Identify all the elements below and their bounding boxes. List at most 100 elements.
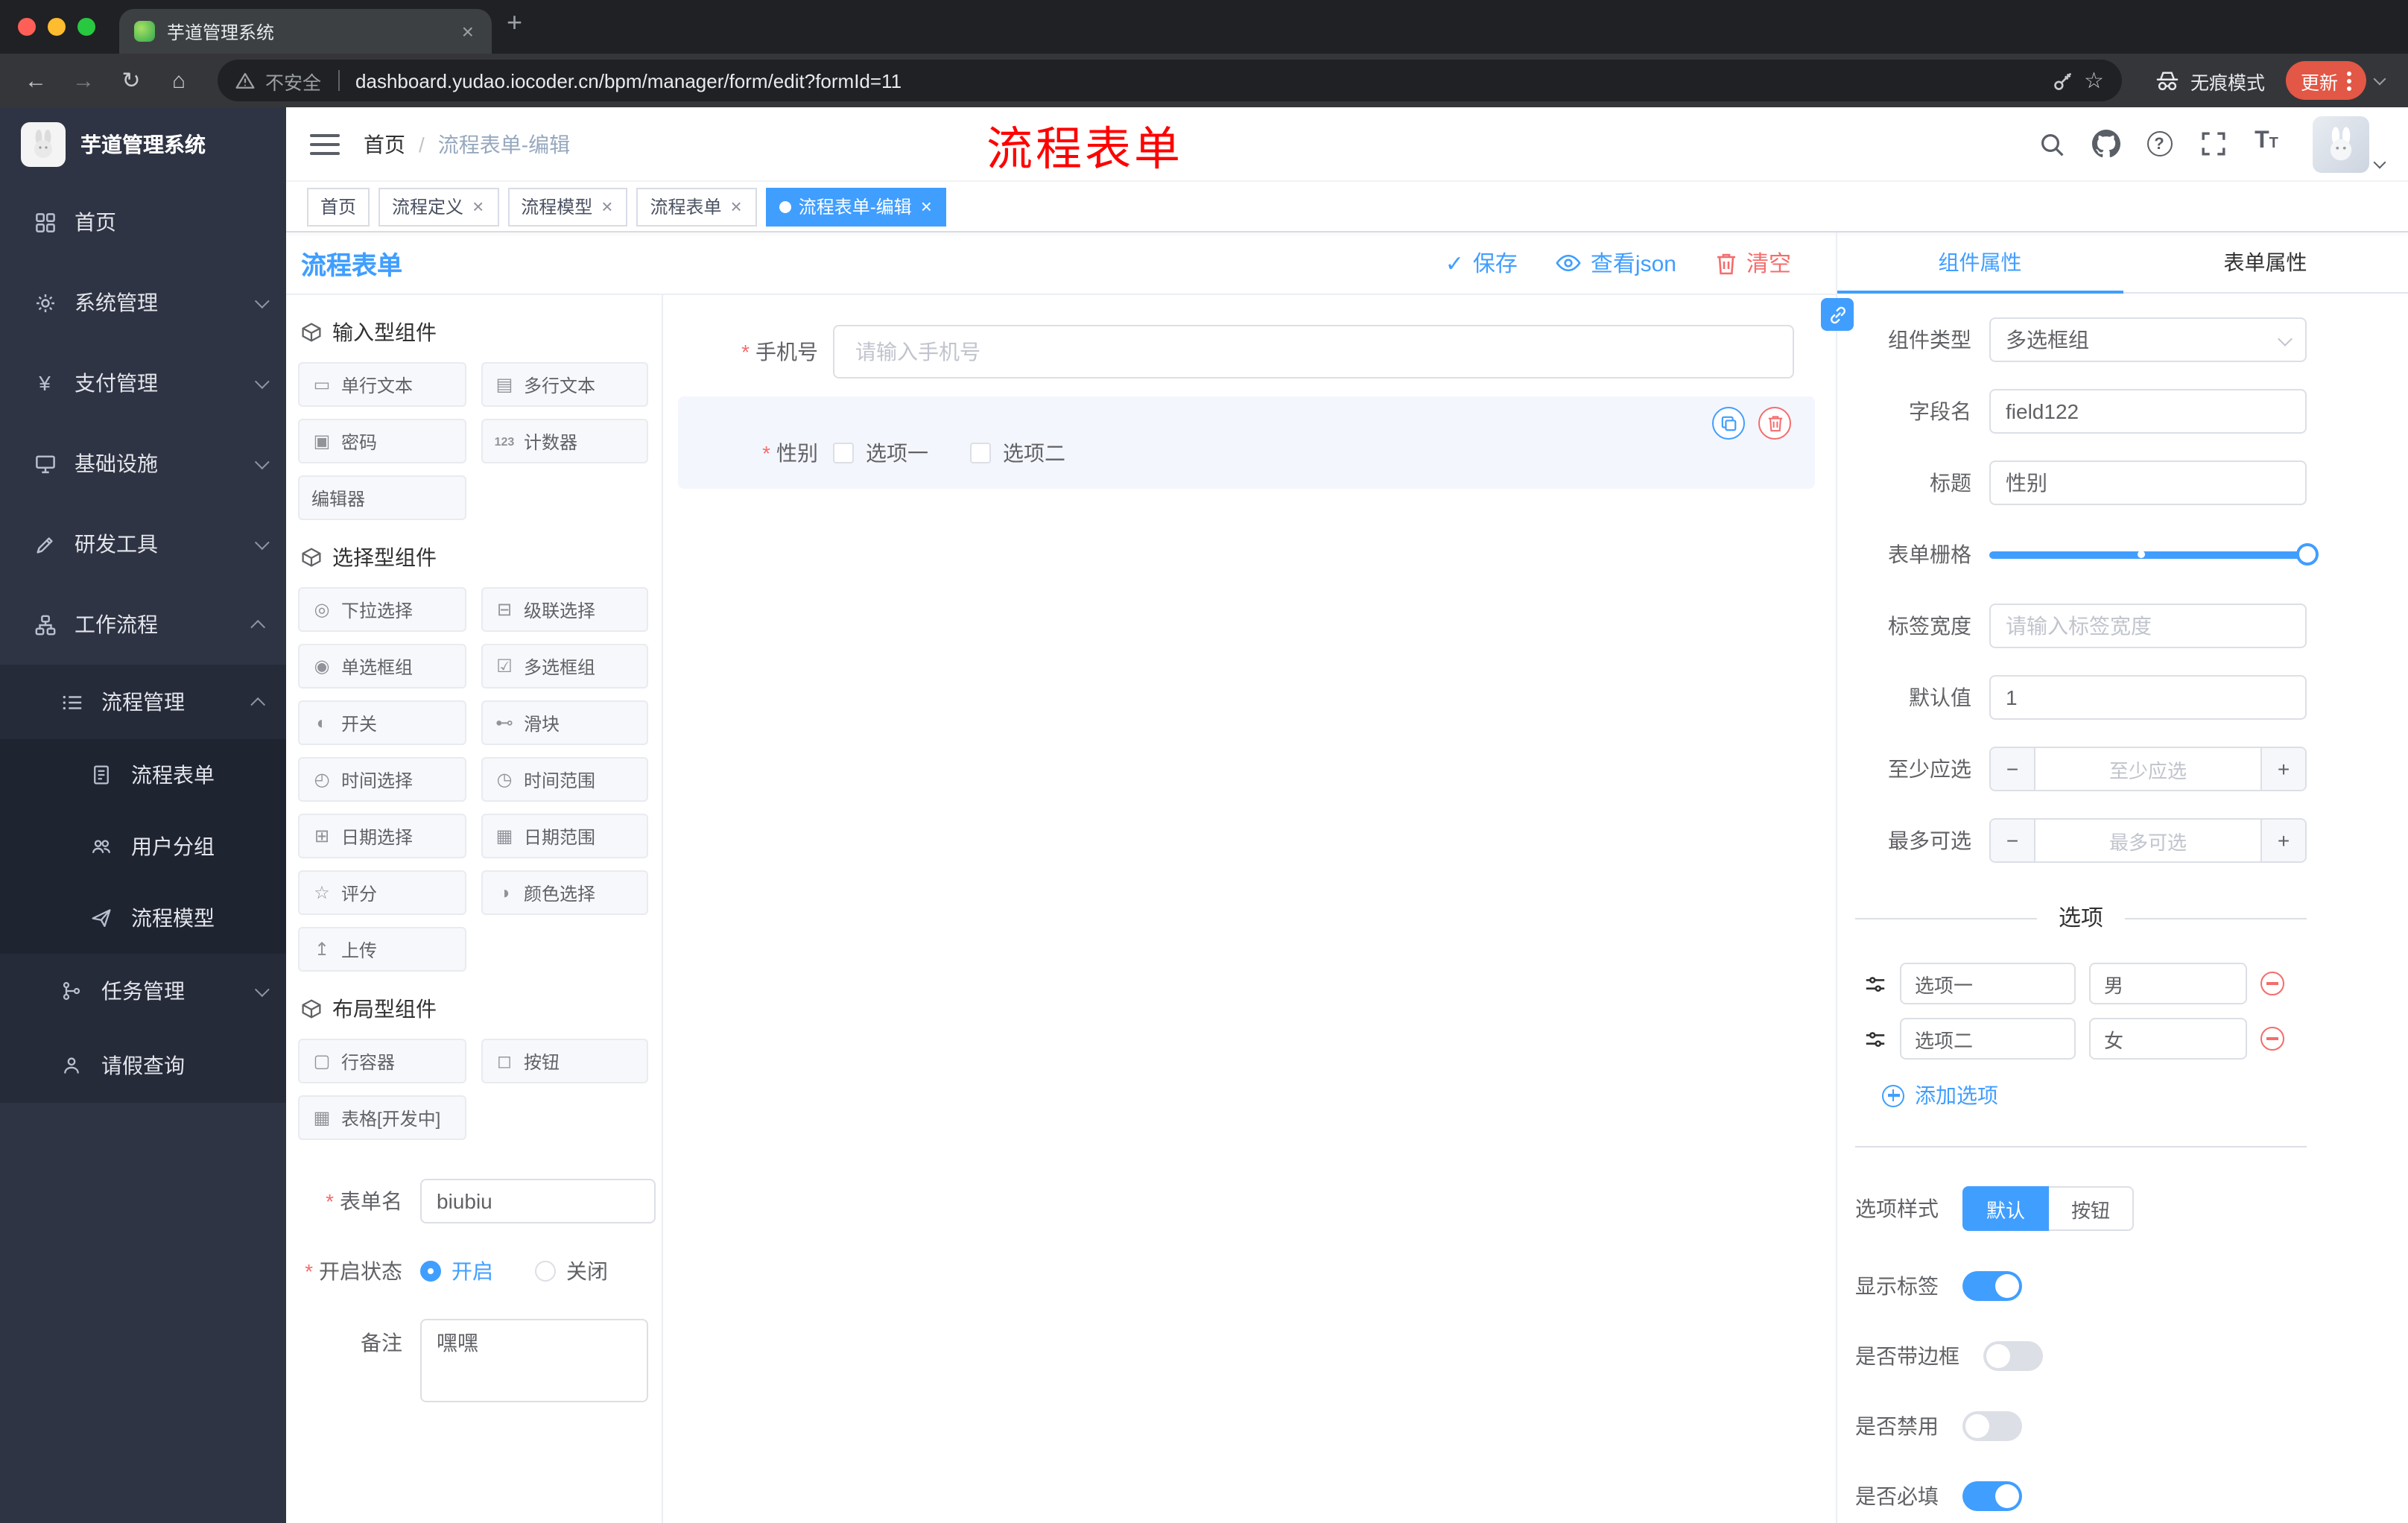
max-select-value[interactable]: 最多可选 bbox=[2035, 820, 2260, 861]
chip-time-range[interactable]: ◷ 时间范围 bbox=[481, 757, 648, 802]
chip-select[interactable]: ◎ 下拉选择 bbox=[298, 587, 466, 632]
chip-date-picker[interactable]: ⊞ 日期选择 bbox=[298, 814, 466, 858]
component-type-select[interactable]: 多选框组 bbox=[1989, 317, 2307, 362]
chip-checkbox-group[interactable]: ☑ 多选框组 bbox=[481, 644, 648, 688]
github-icon[interactable] bbox=[2089, 127, 2122, 160]
chip-radio-group[interactable]: ◉ 单选框组 bbox=[298, 644, 466, 688]
url-text[interactable]: dashboard.yudao.iocoder.cn/bpm/manager/f… bbox=[355, 69, 2041, 92]
clear-button[interactable]: 清空 bbox=[1715, 247, 1791, 279]
remove-option-icon[interactable] bbox=[2260, 972, 2284, 995]
slider-track[interactable] bbox=[1989, 543, 2319, 566]
option-1-label-input[interactable] bbox=[1900, 963, 2076, 1004]
toolbar-chevron-down-icon[interactable] bbox=[2373, 72, 2386, 86]
tag-home[interactable]: 首页 bbox=[307, 187, 370, 226]
sidebar-item-task-manage[interactable]: 任务管理 bbox=[0, 954, 286, 1028]
breadcrumb-home[interactable]: 首页 bbox=[364, 129, 405, 159]
sidebar-item-payment[interactable]: ¥ 支付管理 bbox=[0, 343, 286, 423]
chip-color-picker[interactable]: ◑ 颜色选择 bbox=[481, 870, 648, 915]
user-avatar[interactable] bbox=[2313, 115, 2386, 172]
chip-multi-line-text[interactable]: ▤ 多行文本 bbox=[481, 362, 648, 407]
sidebar-item-leave-query[interactable]: 请假查询 bbox=[0, 1028, 286, 1103]
gender-field[interactable]: 性别 选项一 选项二 bbox=[678, 438, 1815, 468]
tag-process-definition[interactable]: 流程定义 × bbox=[378, 187, 499, 226]
phone-input[interactable] bbox=[833, 325, 1794, 379]
font-size-icon[interactable]: TT bbox=[2250, 127, 2283, 160]
tab-close-icon[interactable]: × bbox=[459, 21, 477, 42]
chip-rate[interactable]: ☆ 评分 bbox=[298, 870, 466, 915]
minus-icon[interactable]: − bbox=[1991, 748, 2035, 790]
key-icon[interactable] bbox=[2051, 69, 2073, 92]
sidebar-item-devtools[interactable]: 研发工具 bbox=[0, 504, 286, 584]
delete-widget-button[interactable] bbox=[1758, 407, 1791, 440]
search-icon[interactable] bbox=[2035, 127, 2068, 160]
show-label-toggle[interactable] bbox=[1962, 1271, 2022, 1301]
drag-handle-icon[interactable] bbox=[1864, 1028, 1886, 1050]
forward-icon[interactable]: → bbox=[63, 60, 104, 101]
border-toggle[interactable] bbox=[1983, 1341, 2043, 1371]
slider-handle[interactable] bbox=[2296, 543, 2319, 566]
sidebar-item-workflow[interactable]: 工作流程 bbox=[0, 584, 286, 665]
tag-close-icon[interactable]: × bbox=[729, 197, 744, 216]
chip-counter[interactable]: 123 计数器 bbox=[481, 419, 648, 463]
hamburger-icon[interactable] bbox=[310, 129, 340, 159]
add-option-button[interactable]: 添加选项 bbox=[1882, 1080, 2307, 1110]
sidebar-item-system[interactable]: 系统管理 bbox=[0, 262, 286, 343]
plus-icon[interactable]: + bbox=[2260, 820, 2305, 861]
zoom-window-button[interactable] bbox=[77, 18, 95, 36]
sidebar-item-process-form[interactable]: 流程表单 bbox=[0, 739, 286, 811]
home-icon[interactable]: ⌂ bbox=[158, 60, 200, 101]
chip-single-line-text[interactable]: ▭ 单行文本 bbox=[298, 362, 466, 407]
field-name-input[interactable] bbox=[1989, 389, 2307, 434]
chip-row-container[interactable]: ▢ 行容器 bbox=[298, 1039, 466, 1083]
chip-button[interactable]: ◻ 按钮 bbox=[481, 1039, 648, 1083]
tag-close-icon[interactable]: × bbox=[600, 197, 614, 216]
bookmark-star-icon[interactable]: ☆ bbox=[2084, 67, 2104, 94]
min-select-value[interactable]: 至少应选 bbox=[2035, 748, 2260, 790]
save-button[interactable]: ✓ 保存 bbox=[1445, 247, 1518, 279]
remove-option-icon[interactable] bbox=[2260, 1027, 2284, 1051]
sidebar-item-process-manage[interactable]: 流程管理 bbox=[0, 665, 286, 739]
option-2-value-input[interactable] bbox=[2089, 1018, 2247, 1060]
title-input[interactable] bbox=[1989, 460, 2307, 505]
chip-table-dev[interactable]: ▦ 表格[开发中] bbox=[298, 1095, 466, 1140]
option-1-value-input[interactable] bbox=[2089, 963, 2247, 1004]
form-canvas[interactable]: 手机号 bbox=[663, 295, 1836, 1523]
drag-handle-icon[interactable] bbox=[1864, 972, 1886, 995]
radio-on[interactable]: 开启 bbox=[420, 1256, 493, 1286]
new-tab-button[interactable]: + bbox=[492, 7, 540, 47]
chip-time-picker[interactable]: ◴ 时间选择 bbox=[298, 757, 466, 802]
form-name-input[interactable] bbox=[420, 1179, 656, 1223]
tab-form-props[interactable]: 表单属性 bbox=[2123, 232, 2408, 292]
chip-slider[interactable]: ⊷ 滑块 bbox=[481, 700, 648, 745]
sidebar-item-home[interactable]: 首页 bbox=[0, 182, 286, 262]
gender-widget-selected[interactable]: 性别 选项一 选项二 bbox=[678, 396, 1815, 489]
chip-password[interactable]: ▣ 密码 bbox=[298, 419, 466, 463]
fullscreen-icon[interactable] bbox=[2196, 127, 2229, 160]
tag-process-model[interactable]: 流程模型 × bbox=[507, 187, 628, 226]
minimize-window-button[interactable] bbox=[48, 18, 66, 36]
phone-field[interactable]: 手机号 bbox=[678, 325, 1836, 379]
option-2-label-input[interactable] bbox=[1900, 1018, 2076, 1060]
style-button-button[interactable]: 按钮 bbox=[2049, 1186, 2135, 1231]
back-icon[interactable]: ← bbox=[15, 60, 57, 101]
tag-process-form[interactable]: 流程表单 × bbox=[636, 187, 757, 226]
view-json-button[interactable]: 查看json bbox=[1556, 247, 1676, 279]
required-toggle[interactable] bbox=[1962, 1481, 2022, 1511]
browser-tab[interactable]: 芋道管理系统 × bbox=[119, 9, 492, 54]
chip-cascader[interactable]: ⊟ 级联选择 bbox=[481, 587, 648, 632]
update-button[interactable]: 更新 bbox=[2285, 61, 2366, 100]
tag-close-icon[interactable]: × bbox=[919, 197, 934, 216]
remark-textarea[interactable]: 嘿嘿 bbox=[420, 1319, 648, 1402]
disabled-toggle[interactable] bbox=[1962, 1411, 2022, 1441]
close-window-button[interactable] bbox=[18, 18, 36, 36]
chip-switch[interactable]: ◐ 开关 bbox=[298, 700, 466, 745]
tag-close-icon[interactable]: × bbox=[471, 197, 485, 216]
link-badge-button[interactable] bbox=[1821, 298, 1854, 331]
tag-width-input[interactable] bbox=[1989, 604, 2307, 648]
chip-upload[interactable]: ↥ 上传 bbox=[298, 927, 466, 972]
plus-icon[interactable]: + bbox=[2260, 748, 2305, 790]
style-default-button[interactable]: 默认 bbox=[1962, 1186, 2050, 1231]
grid-slider[interactable] bbox=[1989, 532, 2319, 577]
browser-menu-icon[interactable] bbox=[2347, 71, 2351, 90]
tab-component-props[interactable]: 组件属性 bbox=[1837, 232, 2123, 294]
